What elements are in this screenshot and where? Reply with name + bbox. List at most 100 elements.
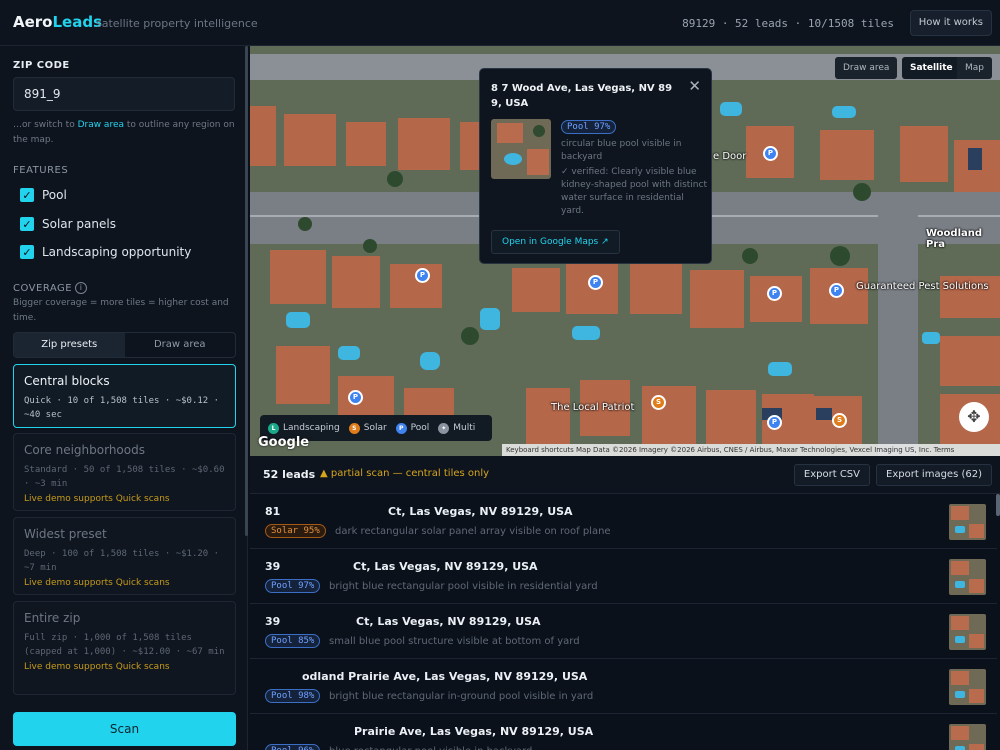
zip-code-input[interactable]: 891_9 <box>13 77 235 111</box>
feature-label: Solar panels <box>42 217 116 231</box>
tab-zip-presets[interactable]: Zip presets <box>14 333 125 357</box>
zip-hint-pre: …or switch to <box>13 120 78 130</box>
preset-detail: Quick · 10 of 1,508 tiles · ~$0.12 · ~40… <box>24 396 220 420</box>
scan-stats: 89129 · 52 leads · 10/1508 tiles <box>682 17 894 30</box>
pool-marker[interactable]: P <box>829 283 844 298</box>
preset-detail: Full zip · 1,000 of 1,508 tiles (capped … <box>24 633 225 657</box>
pool-marker[interactable]: P <box>763 146 778 161</box>
coverage-hint: Bigger coverage = more tiles = higher co… <box>13 298 229 323</box>
lead-description: bright blue rectangular pool visible in … <box>329 581 598 592</box>
list-scrollbar[interactable] <box>996 494 1000 516</box>
lead-badge: Solar 95% <box>265 524 326 538</box>
popup-address: 8 7 Wood Ave, Las Vegas, NV 89 9, USA <box>491 83 673 109</box>
lead-thumbnail[interactable] <box>949 559 986 595</box>
map-draw-area-button[interactable]: Draw area <box>835 57 898 79</box>
brand-accent: Leads <box>52 13 103 31</box>
pool-icon: P <box>395 422 407 434</box>
feature-landscaping-checkbox[interactable]: ✓ Landscaping opportunity <box>20 244 191 260</box>
lead-badge: Pool 98% <box>265 689 321 703</box>
preset-detail: Deep · 100 of 1,508 tiles · ~$1.20 · ~7 … <box>24 549 220 573</box>
lead-address: Ct, Las Vegas, NV 89129, USA <box>353 560 538 573</box>
lead-row[interactable]: 81 Ct, Las Vegas, NV 89129, USA Solar 95% d… <box>250 494 997 549</box>
solar-marker[interactable]: S <box>832 413 847 428</box>
tagline: satellite property intelligence <box>96 17 258 30</box>
lead-badge: Pool 96% <box>265 744 321 750</box>
map-attribution[interactable]: Keyboard shortcuts Map Data ©2026 Imager… <box>502 444 1000 456</box>
pool-marker[interactable]: P <box>588 275 603 290</box>
export-csv-button[interactable]: Export CSV <box>793 464 870 486</box>
sidebar-scrollbar[interactable] <box>245 46 248 536</box>
results-toolbar: 52 leads ▲ partial scan — central tiles … <box>250 456 1000 494</box>
solar-marker[interactable]: S <box>651 395 666 410</box>
preset-title: Central blocks <box>24 374 110 388</box>
sidebar: ZIP CODE 891_9 …or switch to Draw area t… <box>0 46 248 750</box>
how-it-works-button[interactable]: How it works <box>909 10 992 36</box>
legend-label: Pool <box>410 423 430 433</box>
preset-detail: Standard · 50 of 1,508 tiles · ~$0.60 · … <box>24 465 225 489</box>
map-map-button[interactable]: Map <box>957 57 992 79</box>
preset-title: Entire zip <box>24 611 81 625</box>
pool-marker[interactable]: P <box>767 415 782 430</box>
lead-thumbnail[interactable] <box>949 724 986 750</box>
google-logo: Google <box>258 435 310 450</box>
coverage-label: COVERAGE i <box>13 282 88 294</box>
draw-area-link[interactable]: Draw area <box>78 120 124 130</box>
lead-count: 52 leads <box>263 468 316 481</box>
partial-scan-warning: ▲ partial scan — central tiles only <box>320 468 490 479</box>
scan-button[interactable]: Scan <box>13 712 236 746</box>
preset-entire-zip[interactable]: Entire zip Full zip · 1,000 of 1,508 til… <box>13 601 236 695</box>
lead-house-number: 39 <box>265 560 281 573</box>
preset-central-blocks[interactable]: Central blocks Quick · 10 of 1,508 tiles… <box>13 364 236 428</box>
preset-widest[interactable]: Widest preset Deep · 100 of 1,508 tiles … <box>13 517 236 595</box>
lead-row[interactable]: 39 Ct, Las Vegas, NV 89129, USA Pool 97% br… <box>250 549 997 604</box>
solar-icon: S <box>348 422 360 434</box>
lead-house-number: 81 <box>265 505 281 518</box>
place-label: e Door <box>713 151 747 162</box>
brand-main: Aero <box>13 13 53 31</box>
legend-label: Solar <box>363 423 387 433</box>
feature-pool-checkbox[interactable]: ✓ Pool <box>20 187 67 203</box>
feature-solar-checkbox[interactable]: ✓ Solar panels <box>20 216 116 232</box>
lead-thumbnail[interactable] <box>949 614 986 650</box>
lead-row[interactable]: Prairie Ave, Las Vegas, NV 89129, USA Poo… <box>250 714 997 750</box>
satellite-map[interactable]: Draw area Satellite Map P P P P P P P S … <box>250 46 1000 456</box>
lead-row[interactable]: odland Prairie Ave, Las Vegas, NV 89129,… <box>250 659 997 714</box>
tab-draw-area[interactable]: Draw area <box>125 333 236 357</box>
legend-item-multi: ✦ Multi <box>438 422 475 434</box>
multi-icon: ✦ <box>438 422 450 434</box>
lead-row[interactable]: 39 Ct, Las Vegas, NV 89129, USA Pool 85% sm… <box>250 604 997 659</box>
feature-label: Landscaping opportunity <box>42 245 192 259</box>
lead-thumbnail[interactable] <box>949 504 986 540</box>
export-images-button[interactable]: Export images (62) <box>876 464 992 486</box>
preset-title: Core neighborhoods <box>24 443 145 457</box>
zip-hint: …or switch to Draw area to outline any r… <box>13 118 238 148</box>
lead-thumbnail[interactable] <box>949 669 986 705</box>
info-icon[interactable]: i <box>75 282 88 294</box>
pool-marker[interactable]: P <box>415 268 430 283</box>
recenter-icon[interactable]: ✥ <box>959 402 989 432</box>
popup-verified: ✓ verified: Clearly visible blue kidney-… <box>561 167 707 216</box>
lead-house-number: 39 <box>265 615 281 628</box>
checkbox-checked-icon: ✓ <box>20 188 34 202</box>
close-icon[interactable]: ✕ <box>688 77 701 95</box>
popup-thumbnail[interactable] <box>491 119 551 179</box>
checkbox-checked-icon: ✓ <box>20 217 34 231</box>
preset-core-neighborhoods[interactable]: Core neighborhoods Standard · 50 of 1,50… <box>13 433 236 511</box>
checkbox-checked-icon: ✓ <box>20 245 34 259</box>
popup-badge: Pool 97% <box>561 120 617 134</box>
lead-address: Ct, Las Vegas, NV 89129, USA <box>388 505 573 518</box>
lead-description: dark rectangular solar panel array visib… <box>335 526 611 537</box>
legend-item-solar: S Solar <box>348 422 387 434</box>
app-header: AeroLeads satellite property intelligenc… <box>0 0 1000 46</box>
open-google-maps-button[interactable]: Open in Google Maps ↗ <box>491 230 620 254</box>
pool-marker[interactable]: P <box>348 390 363 405</box>
legend-item-landscaping: L Landscaping <box>268 422 340 434</box>
lead-badge: Pool 85% <box>265 634 321 648</box>
brand-logo[interactable]: AeroLeads <box>13 13 102 31</box>
lead-badge: Pool 97% <box>265 579 321 593</box>
preset-note: Live demo supports Quick scans <box>24 662 170 672</box>
lead-address: odland Prairie Ave, Las Vegas, NV 89129,… <box>302 670 588 683</box>
landscaping-icon: L <box>268 422 279 434</box>
map-satellite-button[interactable]: Satellite <box>902 57 961 79</box>
pool-marker[interactable]: P <box>767 286 782 301</box>
